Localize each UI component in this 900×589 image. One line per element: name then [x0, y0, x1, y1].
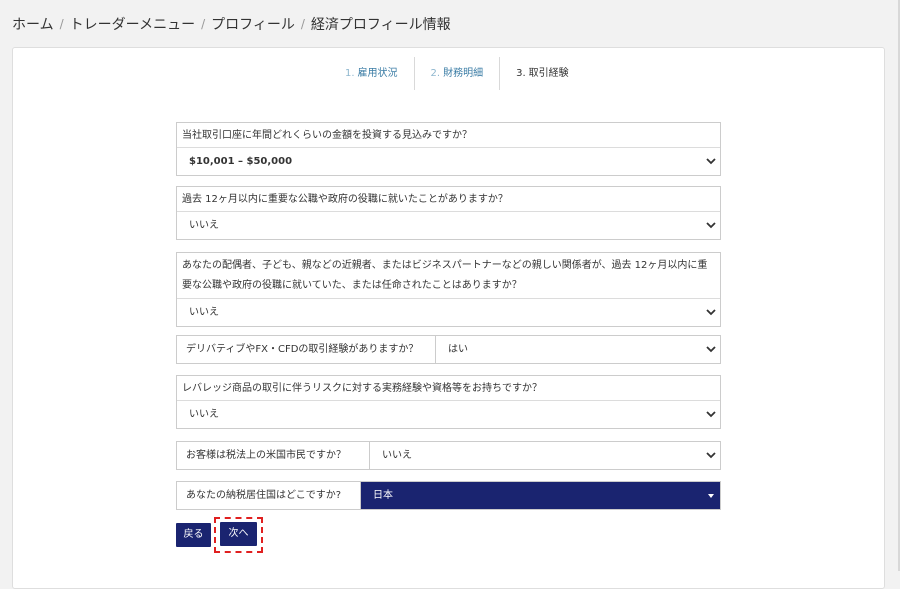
question-investment-amount: 当社取引口座に年間どれくらいの金額を投資する見込みですか？ $10,001 – …	[176, 122, 721, 176]
chevron-down-icon	[706, 411, 716, 418]
profile-card: 1. 雇用状況 2. 財務明細 3. 取引経験 当社取引口座に年間どれくらいの金額を投…	[12, 47, 885, 589]
select-value: いいえ	[382, 450, 412, 461]
tab-trading-experience[interactable]: 3. 取引経験	[500, 57, 585, 90]
back-button[interactable]: 戻る	[176, 523, 211, 547]
tax-residence-select[interactable]: 日本	[361, 482, 720, 509]
chevron-down-icon	[706, 346, 716, 353]
question-tax-residence: あなたの納税居住国はどこですか? 日本	[176, 481, 721, 510]
question-us-citizen: お客様は税法上の米国市民ですか？ いいえ	[176, 441, 721, 470]
tab-financial[interactable]: 2. 財務明細	[415, 57, 501, 90]
question-leverage-experience: レバレッジ商品の取引に伴うリスクに対する実務経験や資格等をお持ちですか？ いいえ	[176, 375, 721, 429]
breadcrumb-home[interactable]: ホーム	[12, 14, 54, 34]
question-derivatives: デリバティブやFX・CFDの取引経験がありますか？ はい	[176, 335, 721, 364]
relatives-office-select[interactable]: いいえ	[177, 298, 720, 326]
chevron-down-icon	[706, 158, 716, 165]
breadcrumb: ホーム / トレーダーメニュー / プロフィール / 経済プロフィール情報	[12, 14, 451, 34]
breadcrumb-separator: /	[300, 17, 305, 31]
breadcrumb-trader-menu[interactable]: トレーダーメニュー	[70, 14, 195, 34]
question-label: 当社取引口座に年間どれくらいの金額を投資する見込みですか？	[182, 130, 472, 141]
step-label: 雇用状況	[357, 68, 398, 79]
question-label: あなたの配偶者、子ども、親などの近親者、またはビジネスパートナーなどの親しい関係…	[182, 260, 708, 291]
select-value: いいえ	[189, 307, 219, 318]
question-label: お客様は税法上の米国市民ですか？	[177, 442, 370, 469]
caret-down-icon	[708, 494, 714, 498]
leverage-experience-select[interactable]: いいえ	[177, 400, 720, 428]
chevron-down-icon	[706, 222, 716, 229]
tab-employment[interactable]: 1. 雇用状況	[329, 57, 415, 90]
chevron-down-icon	[706, 452, 716, 459]
step-tabs: 1. 雇用状況 2. 財務明細 3. 取引経験	[329, 57, 585, 90]
breadcrumb-profile[interactable]: プロフィール	[211, 14, 295, 34]
breadcrumb-separator: /	[201, 17, 206, 31]
us-citizen-select[interactable]: いいえ	[370, 442, 720, 469]
select-value: 日本	[373, 490, 393, 501]
step-number: 1.	[345, 68, 355, 79]
question-label: 過去 12ヶ月以内に重要な公職や政府の役職に就いたことがありますか？	[182, 194, 508, 205]
select-value: はい	[448, 344, 468, 355]
breadcrumb-economic-profile: 経済プロフィール情報	[310, 17, 451, 33]
question-label: デリバティブやFX・CFDの取引経験がありますか？	[177, 336, 436, 363]
next-button[interactable]: 次へ	[220, 522, 257, 546]
breadcrumb-separator: /	[59, 17, 64, 31]
select-value: $10,001 – $50,000	[189, 156, 293, 167]
question-public-office: 過去 12ヶ月以内に重要な公職や政府の役職に就いたことがありますか？ いいえ	[176, 186, 721, 240]
investment-amount-select[interactable]: $10,001 – $50,000	[177, 147, 720, 175]
derivatives-select[interactable]: はい	[436, 336, 720, 363]
select-value: いいえ	[189, 220, 219, 231]
chevron-down-icon	[706, 309, 716, 316]
select-value: いいえ	[189, 409, 219, 420]
question-relatives-office: あなたの配偶者、子ども、親などの近親者、またはビジネスパートナーなどの親しい関係…	[176, 252, 721, 327]
step-number: 3.	[516, 68, 526, 79]
step-label: 財務明細	[443, 68, 484, 79]
step-number: 2.	[430, 68, 441, 79]
question-label: レバレッジ商品の取引に伴うリスクに対する実務経験や資格等をお持ちですか？	[182, 383, 542, 394]
public-office-select[interactable]: いいえ	[177, 211, 720, 239]
question-label: あなたの納税居住国はどこですか?	[177, 482, 361, 509]
step-label: 取引経験	[528, 68, 569, 79]
